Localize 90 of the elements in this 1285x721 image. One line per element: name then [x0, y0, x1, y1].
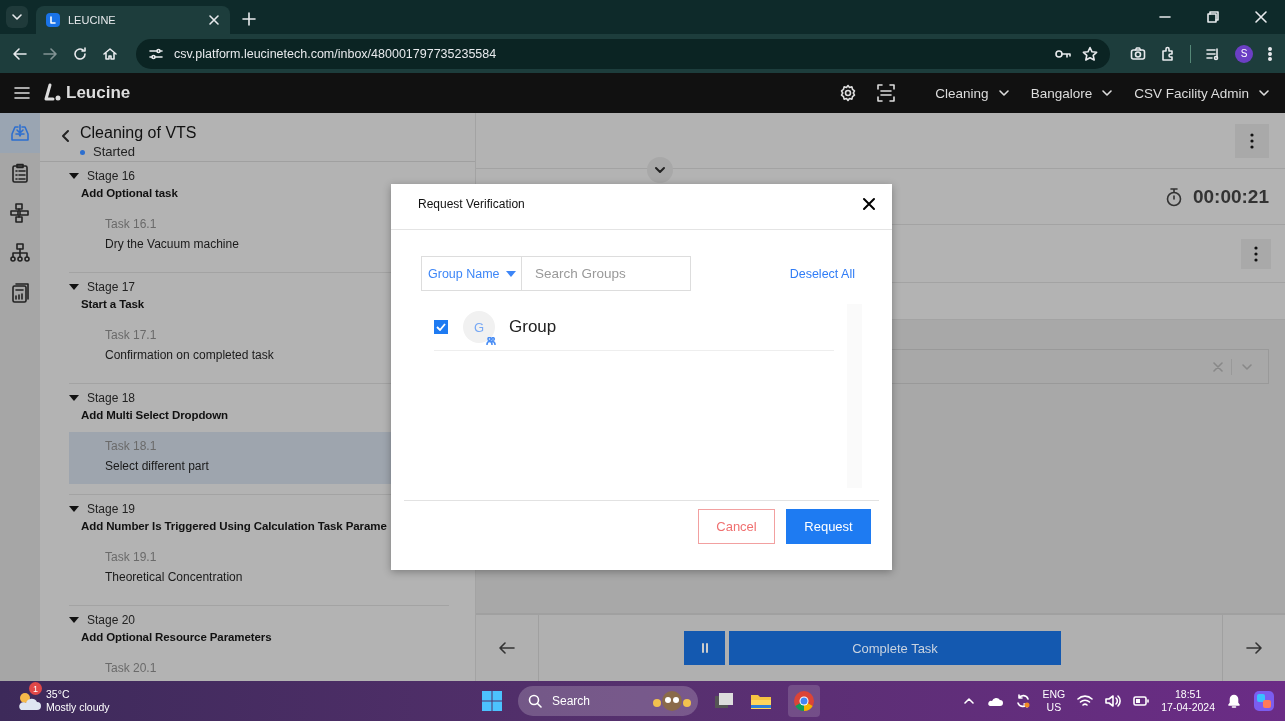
- hierarchy-icon: [10, 243, 30, 263]
- caret-down-icon[interactable]: [69, 506, 79, 512]
- job-status: Started: [93, 143, 135, 161]
- caret-down-icon[interactable]: [69, 617, 79, 623]
- address-bar[interactable]: csv.platform.leucinetech.com/inbox/480001797735235584: [136, 38, 1110, 69]
- camera-icon[interactable]: [1130, 45, 1146, 62]
- bell-icon[interactable]: [1227, 693, 1241, 709]
- report-icon: [10, 283, 30, 303]
- complete-task-button[interactable]: Complete Task: [729, 631, 1061, 665]
- timer-text: 00:00:21: [1192, 185, 1269, 208]
- filter-dropdown[interactable]: Group Name: [421, 256, 522, 292]
- notification-badge: 1: [29, 682, 42, 695]
- more-icon[interactable]: [1267, 45, 1273, 62]
- collapse-button[interactable]: [647, 157, 673, 183]
- windows-start-icon[interactable]: [482, 691, 502, 711]
- stage-label: Stage 17: [87, 279, 136, 295]
- tab-list-icon[interactable]: [6, 6, 28, 28]
- profile-avatar[interactable]: S: [1235, 44, 1253, 63]
- stage-name: Start a Task: [80, 297, 146, 312]
- caret-down-icon[interactable]: [69, 173, 79, 179]
- group-name: Group: [509, 317, 557, 338]
- stage-label: Stage 19: [87, 501, 136, 517]
- arrow-left-icon[interactable]: [499, 640, 515, 656]
- more-vertical-icon[interactable]: [1241, 238, 1271, 269]
- browser-tab[interactable]: LEUCINE: [36, 6, 230, 34]
- copilot-icon[interactable]: [1253, 690, 1275, 712]
- stopwatch-icon: [1164, 186, 1183, 207]
- battery-icon[interactable]: [1133, 695, 1150, 707]
- checklist-icon: [10, 163, 30, 183]
- star-icon[interactable]: [1082, 45, 1098, 62]
- url-text: csv.platform.leucinetech.com/inbox/480001797735235584: [174, 46, 497, 61]
- search-field[interactable]: Search Groups: [522, 256, 691, 292]
- inbox-icon: [10, 123, 30, 143]
- scan-icon[interactable]: [877, 84, 896, 102]
- caret-down-icon[interactable]: [69, 284, 79, 290]
- clock[interactable]: 18:51 17-04-2024: [1161, 688, 1215, 714]
- task-view-icon[interactable]: [714, 691, 734, 711]
- menu-icon[interactable]: [14, 86, 30, 100]
- leucine-logo-icon: [44, 83, 62, 103]
- weather-icon: [16, 690, 42, 712]
- chrome-app-icon[interactable]: [788, 685, 820, 717]
- extensions-icon[interactable]: [1160, 45, 1176, 62]
- stage-name: Add Optional Resource Parameters: [80, 630, 273, 645]
- dialog-title: Request Verification: [418, 196, 525, 211]
- weather-condition: Mostly cloudy: [46, 701, 110, 714]
- home-icon[interactable]: [102, 45, 118, 62]
- forward-icon[interactable]: [42, 45, 58, 62]
- stage-label: Stage 18: [87, 390, 136, 406]
- more-vertical-icon[interactable]: [1235, 123, 1269, 158]
- restore-icon[interactable]: [1206, 10, 1220, 24]
- volume-icon[interactable]: [1105, 694, 1122, 708]
- media-icon[interactable]: [1205, 45, 1221, 62]
- arrow-right-icon[interactable]: [1246, 640, 1262, 656]
- stage-label: Stage 20: [87, 612, 136, 628]
- site-logo-icon: [46, 13, 60, 27]
- search-icon: [528, 694, 542, 708]
- chevron-up-icon[interactable]: [962, 695, 975, 707]
- group-icon: [486, 337, 496, 346]
- header-dropdown[interactable]: Cleaning: [927, 85, 1011, 101]
- request-button[interactable]: Request: [786, 509, 871, 545]
- cloud-icon[interactable]: [986, 695, 1003, 707]
- new-tab-icon[interactable]: [242, 12, 256, 26]
- group-avatar: G: [463, 311, 495, 344]
- stage-name: Add Number Is Triggered Using Calculation Task Parame: [80, 519, 388, 534]
- temperature-text: 35°C: [46, 688, 71, 701]
- checkbox[interactable]: [434, 320, 448, 335]
- close-icon[interactable]: [862, 196, 876, 211]
- status-dot: [80, 149, 85, 155]
- back-icon[interactable]: [12, 45, 28, 62]
- brand-name: Leucine: [66, 83, 131, 103]
- stage-label: Stage 16: [87, 168, 136, 184]
- caret-down-icon[interactable]: [69, 395, 79, 401]
- pause-button[interactable]: [684, 631, 725, 665]
- header-dropdown[interactable]: CSV Facility Admin: [1126, 85, 1271, 101]
- header-dropdown[interactable]: Bangalore: [1022, 85, 1115, 101]
- taskbar-search[interactable]: Search: [518, 686, 698, 716]
- wifi-icon[interactable]: [1077, 694, 1094, 708]
- deselect-all-link[interactable]: Deselect All: [789, 266, 855, 281]
- tab-title: LEUCINE: [68, 14, 117, 26]
- stage-name: Add Multi Select Dropdown: [80, 408, 229, 423]
- caret-down-icon: [505, 270, 516, 277]
- reload-icon[interactable]: [72, 45, 88, 62]
- pause-icon: [700, 643, 709, 653]
- job-title: Cleaning of VTS: [80, 123, 197, 143]
- settings-icon[interactable]: [839, 84, 858, 102]
- sync-icon[interactable]: [1014, 693, 1031, 709]
- language-indicator[interactable]: ENG US: [1042, 688, 1066, 714]
- back-icon[interactable]: [60, 129, 70, 143]
- stage-name: Add Optional task: [80, 186, 179, 201]
- flow-icon: [10, 203, 30, 223]
